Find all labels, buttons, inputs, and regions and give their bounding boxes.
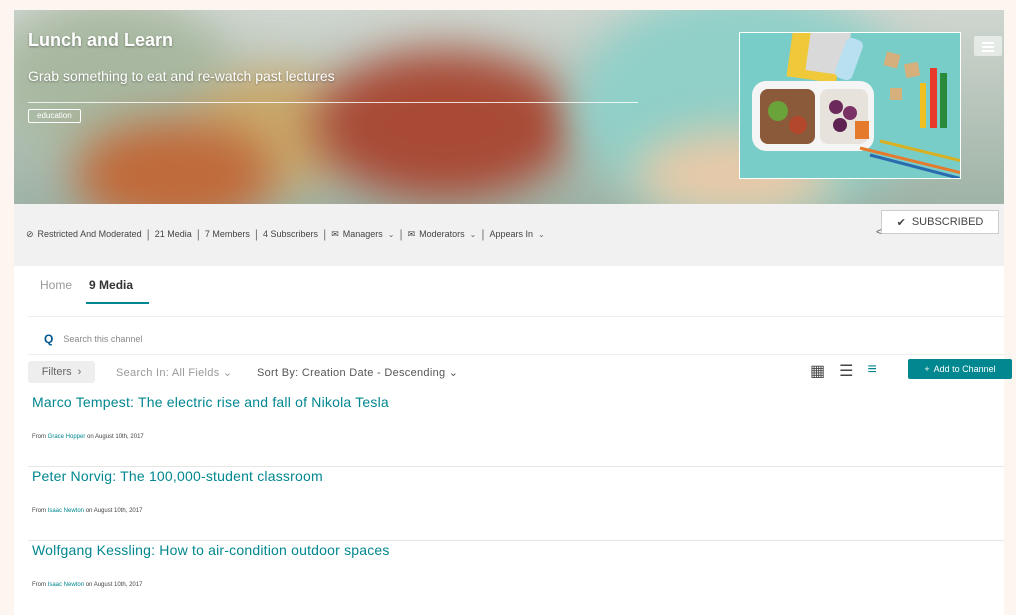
search-in-dropdown[interactable]: Search In: All Fields ⌄ xyxy=(116,366,232,379)
channel-title: Lunch and Learn xyxy=(28,30,174,50)
list-divider xyxy=(28,466,1004,467)
author-link[interactable]: Isaac Newton xyxy=(48,508,84,514)
chevron-down-icon: ⌄ xyxy=(538,229,545,239)
sort-by-dropdown[interactable]: Sort By: Creation Date - Descending ⌄ xyxy=(257,366,458,379)
media-meta: From Isaac Newton on August 10th, 2017 xyxy=(32,582,143,588)
tabs-divider xyxy=(28,316,1004,317)
chevron-down-icon: ⌄ xyxy=(387,229,395,239)
channel-thumbnail xyxy=(739,32,961,179)
media-meta: From Grace Hopper on August 10th, 2017 xyxy=(32,434,144,440)
filters-button[interactable]: Filters › xyxy=(28,361,95,383)
appears-in-dropdown[interactable]: Appears In xyxy=(490,229,534,239)
subscribed-label: SUBSCRIBED xyxy=(911,216,984,228)
channel-description: Grab something to eat and re-watch past … xyxy=(28,68,335,84)
list-item: Peter Norvig: The 100,000-student classr… xyxy=(32,468,1004,514)
subscribers-count: 4 Subscribers xyxy=(263,229,319,239)
grid-view-icon[interactable]: ▦ xyxy=(810,361,825,381)
chevron-down-icon: ⌄ xyxy=(448,367,459,379)
check-icon: ✔ xyxy=(896,216,906,229)
view-toggle: ▦ ☰ ≡ xyxy=(810,361,877,381)
restricted-icon: ⊘ xyxy=(26,228,34,239)
media-title-link[interactable]: Peter Norvig: The 100,000-student classr… xyxy=(32,468,1004,484)
restricted-label: Restricted And Moderated xyxy=(37,229,142,239)
media-title-link[interactable]: Wolfgang Kessling: How to air-condition … xyxy=(32,542,1004,558)
menu-icon xyxy=(982,42,994,52)
channel-banner: Lunch and Learn Grab something to eat an… xyxy=(14,10,1004,204)
search-divider xyxy=(28,354,1004,355)
filters-label: Filters xyxy=(41,366,72,378)
envelope-icon: ✉ xyxy=(331,228,339,239)
list-divider xyxy=(28,540,1004,541)
media-title-link[interactable]: Marco Tempest: The electric rise and fal… xyxy=(32,394,1004,410)
search-in-label: Search In: All Fields xyxy=(116,367,220,379)
search-input[interactable]: Search this channel xyxy=(63,334,142,344)
channel-tabs: Home 9 Media xyxy=(40,278,150,304)
channel-search[interactable]: Q Search this channel xyxy=(44,332,142,346)
media-meta: From Isaac Newton on August 10th, 2017 xyxy=(32,508,143,514)
managers-dropdown[interactable]: Managers xyxy=(343,229,383,239)
media-count: 21 Media xyxy=(154,229,192,239)
tab-media[interactable]: 9 Media xyxy=(86,278,150,304)
add-to-channel-label: Add to Channel xyxy=(933,364,996,374)
author-link[interactable]: Grace Hopper xyxy=(48,434,86,440)
list-item: Marco Tempest: The electric rise and fal… xyxy=(32,394,1004,440)
subscribed-button[interactable]: ✔ SUBSCRIBED xyxy=(881,210,999,234)
banner-menu-button[interactable] xyxy=(974,36,1002,56)
channel-page: Lunch and Learn Grab something to eat an… xyxy=(14,10,1004,615)
members-count: 7 Members xyxy=(204,229,250,239)
sort-by-label: Sort By: Creation Date - Descending xyxy=(257,367,446,379)
plus-icon: + xyxy=(924,364,930,374)
chevron-right-icon: › xyxy=(77,366,82,378)
moderators-dropdown[interactable]: Moderators xyxy=(419,229,465,239)
list-item: Wolfgang Kessling: How to air-condition … xyxy=(32,542,1004,588)
banner-divider xyxy=(28,102,638,103)
tab-home[interactable]: Home xyxy=(40,278,72,304)
detailed-list-view-icon[interactable]: ☰ xyxy=(839,361,853,381)
chevron-down-icon: ⌄ xyxy=(469,229,477,239)
compact-list-view-icon[interactable]: ≡ xyxy=(867,361,876,381)
chevron-down-icon: ⌄ xyxy=(222,367,233,379)
channel-tag[interactable]: education xyxy=(28,109,81,123)
author-link[interactable]: Isaac Newton xyxy=(48,582,84,588)
lunchbox-image xyxy=(740,33,960,178)
banner-bg-blob xyxy=(314,50,574,200)
channel-info-bar: ⊘ Restricted And Moderated | 21 Media | … xyxy=(14,204,1004,266)
search-icon: Q xyxy=(44,332,54,346)
add-to-channel-button[interactable]: + Add to Channel xyxy=(908,359,1012,379)
envelope-icon: ✉ xyxy=(407,228,416,239)
